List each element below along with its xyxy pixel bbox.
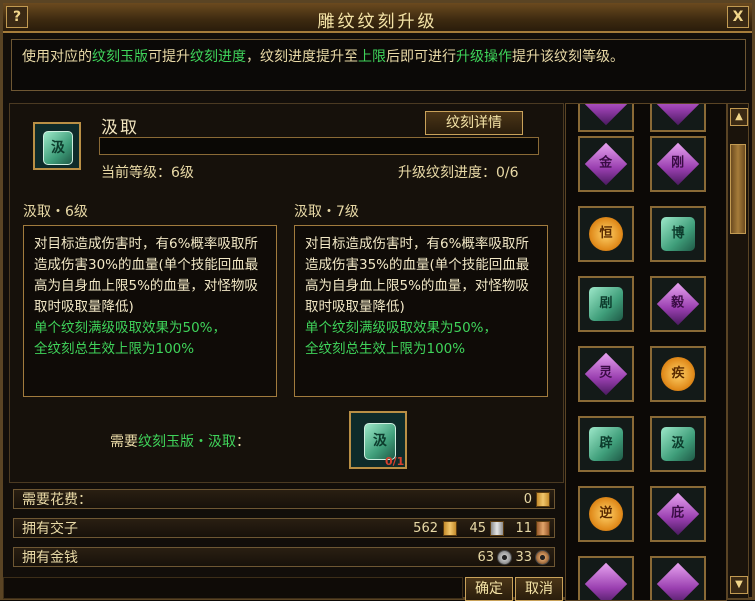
engrave-slot[interactable]: 汲 bbox=[650, 416, 706, 472]
silver-jiaozi-icon bbox=[490, 521, 504, 536]
purple-gem-icon bbox=[656, 562, 700, 600]
engrave-slot[interactable] bbox=[650, 556, 706, 600]
cost-value: 0 bbox=[523, 492, 532, 507]
skill-name: 汲取 bbox=[101, 118, 139, 138]
need-suffix: ： bbox=[236, 434, 250, 450]
gem-glyph: 毅 bbox=[671, 295, 685, 311]
jiaozi-copper: 11 bbox=[515, 521, 532, 536]
next-level-header: 汲取・7级 bbox=[294, 204, 359, 220]
effect-desc: 对目标造成伤害时，有6%概率吸取所造成伤害35%的血量(单个技能回血最高为自身血… bbox=[305, 236, 530, 315]
purple-gem-icon bbox=[656, 104, 700, 126]
jiaozi-label: 拥有交子 bbox=[22, 521, 78, 537]
next-effect-box: 对目标造成伤害时，有6%概率吸取所造成伤害35%的血量(单个技能回血最高为自身血… bbox=[294, 225, 548, 397]
jade-tablet-icon: 剧 bbox=[589, 287, 623, 321]
gem-glyph: 金 bbox=[599, 155, 613, 171]
required-item-label: 需要纹刻玉版・汲取： bbox=[110, 431, 250, 451]
engrave-slot[interactable] bbox=[578, 556, 634, 600]
engrave-slot[interactable]: 逆 bbox=[578, 486, 634, 542]
desc-text: ，纹刻进度提升至 bbox=[246, 49, 358, 65]
confirm-button[interactable]: 确定 bbox=[465, 577, 513, 601]
engrave-detail-button[interactable]: 纹刻详情 bbox=[425, 111, 523, 135]
gem-glyph: 刚 bbox=[671, 155, 685, 171]
purple-gem-icon: 灵 bbox=[584, 352, 628, 396]
effect-cap-note: 单个纹刻满级吸取效果为50%， bbox=[34, 320, 227, 336]
cancel-button[interactable]: 取消 bbox=[515, 577, 563, 601]
desc-text: 可提升 bbox=[148, 49, 190, 65]
scroll-thumb[interactable] bbox=[730, 144, 746, 234]
copper-jiaozi-icon bbox=[536, 521, 550, 536]
gem-glyph: 灵 bbox=[599, 365, 613, 381]
desc-highlight: 纹刻玉版 bbox=[92, 49, 148, 65]
need-prefix: 需要 bbox=[110, 434, 138, 450]
close-button[interactable]: X bbox=[727, 6, 749, 28]
desc-text: 使用对应的 bbox=[22, 49, 92, 65]
engrave-slot[interactable]: 毅 bbox=[650, 276, 706, 332]
instruction-text: 使用对应的纹刻玉版可提升纹刻进度，纹刻进度提升至上限后即可进行升级操作提升该纹刻… bbox=[11, 39, 746, 91]
effect-cap-note: 单个纹刻满级吸取效果为50%， bbox=[305, 320, 498, 336]
current-effect-box: 对目标造成伤害时，有6%概率吸取所造成伤害30%的血量(单个技能回血最高为自身血… bbox=[23, 225, 277, 397]
scroll-down-icon[interactable]: ▼ bbox=[730, 576, 748, 594]
desc-highlight: 升级操作 bbox=[456, 49, 512, 65]
engrave-slot[interactable]: 刚 bbox=[650, 136, 706, 192]
money-copper: 33 bbox=[515, 550, 532, 565]
engrave-slot[interactable]: 博 bbox=[650, 206, 706, 262]
skill-icon[interactable]: 汲 bbox=[33, 122, 81, 170]
engrave-slot[interactable]: 剧 bbox=[578, 276, 634, 332]
required-item-count: 0/1 bbox=[385, 455, 405, 468]
engrave-slot[interactable] bbox=[650, 104, 706, 132]
engrave-grid: 金 刚恒 博剧 毅灵 疾辟 汲逆 庇 bbox=[565, 103, 727, 601]
money-label: 拥有金钱 bbox=[22, 550, 78, 566]
engrave-slot[interactable]: 灵 bbox=[578, 346, 634, 402]
purple-gem-icon bbox=[584, 562, 628, 600]
jade-tablet-icon: 博 bbox=[661, 217, 695, 251]
money-silver: 63 bbox=[477, 550, 494, 565]
effect-total-note: 全纹刻总生效上限为100% bbox=[34, 341, 195, 357]
purple-gem-icon bbox=[584, 104, 628, 126]
desc-highlight: 纹刻进度 bbox=[190, 49, 246, 65]
engrave-slot[interactable]: 庇 bbox=[650, 486, 706, 542]
desc-text: 提升该纹刻等级。 bbox=[512, 49, 624, 65]
bottom-decor-bar bbox=[3, 577, 463, 599]
scroll-up-icon[interactable]: ▲ bbox=[730, 108, 748, 126]
jade-tablet-icon: 汲 bbox=[661, 427, 695, 461]
progress-bar bbox=[99, 137, 539, 155]
jade-tablet-icon: 辟 bbox=[589, 427, 623, 461]
purple-gem-icon: 庇 bbox=[656, 492, 700, 536]
cost-row: 需要花费： 0 bbox=[13, 489, 555, 509]
money-row: 拥有金钱 63 33 bbox=[13, 547, 555, 567]
gold-jiaozi-icon bbox=[536, 492, 550, 507]
title-bar[interactable]: ? 雕纹纹刻升级 X bbox=[3, 3, 752, 33]
jiaozi-row: 拥有交子 562 45 11 bbox=[13, 518, 555, 538]
grid-scrollbar[interactable]: ▲ ▼ bbox=[727, 103, 749, 599]
jiaozi-silver: 45 bbox=[469, 521, 486, 536]
need-item-name: 纹刻玉版・汲取 bbox=[138, 434, 236, 450]
effect-desc: 对目标造成伤害时，有6%概率吸取所造成伤害30%的血量(单个技能回血最高为自身血… bbox=[34, 236, 259, 315]
current-level: 当前等级：6级 bbox=[101, 165, 194, 181]
purple-gem-icon: 毅 bbox=[656, 282, 700, 326]
engrave-slot[interactable] bbox=[578, 104, 634, 132]
gold-jiaozi-icon bbox=[443, 521, 457, 536]
jiaozi-gold: 562 bbox=[413, 521, 438, 536]
desc-text: 后即可进行 bbox=[386, 49, 456, 65]
cost-label: 需要花费： bbox=[22, 492, 92, 508]
purple-gem-icon: 金 bbox=[584, 142, 628, 186]
jade-tablet-icon: 汲 bbox=[43, 131, 73, 165]
engrave-slot[interactable]: 辟 bbox=[578, 416, 634, 472]
purple-gem-icon: 刚 bbox=[656, 142, 700, 186]
engrave-slot[interactable]: 恒 bbox=[578, 206, 634, 262]
copper-coin-icon bbox=[535, 550, 550, 565]
desc-highlight: 上限 bbox=[358, 49, 386, 65]
upgrade-window: ? 雕纹纹刻升级 X 使用对应的纹刻玉版可提升纹刻进度，纹刻进度提升至上限后即可… bbox=[0, 0, 755, 601]
orange-gem-icon: 疾 bbox=[661, 357, 695, 391]
window-title: 雕纹纹刻升级 bbox=[317, 12, 438, 32]
gem-glyph: 庇 bbox=[671, 505, 685, 521]
orange-gem-icon: 逆 bbox=[589, 497, 623, 531]
engrave-slot[interactable]: 疾 bbox=[650, 346, 706, 402]
engrave-slot[interactable]: 金 bbox=[578, 136, 634, 192]
silver-coin-icon bbox=[497, 550, 512, 565]
orange-gem-icon: 恒 bbox=[589, 217, 623, 251]
effect-total-note: 全纹刻总生效上限为100% bbox=[305, 341, 466, 357]
progress-text: 升级纹刻进度：0/6 bbox=[398, 165, 519, 181]
current-level-header: 汲取・6级 bbox=[23, 204, 88, 220]
